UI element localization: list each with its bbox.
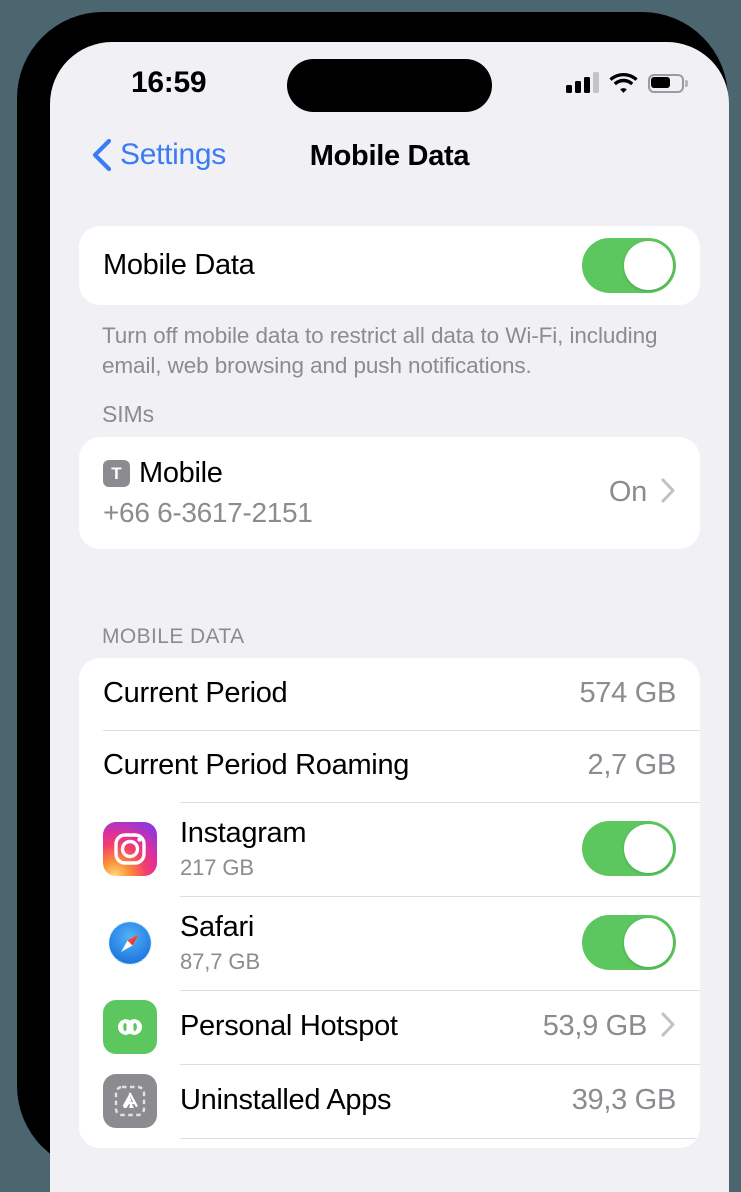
sim-name: Mobile	[139, 456, 223, 489]
app-row-uninstalled-apps[interactable]: Uninstalled Apps 39,3 GB	[79, 1063, 700, 1138]
status-bar-clock: 16:59	[131, 66, 207, 99]
sim-status-value: On	[608, 476, 647, 509]
app-row-instagram[interactable]: Instagram 217 GB	[79, 801, 700, 896]
safari-icon	[103, 915, 157, 970]
mobile-data-usage-card: Current Period 574 GB Current Period Roa…	[79, 657, 700, 1148]
sims-header: SIMs	[102, 400, 154, 427]
dynamic-island	[287, 59, 492, 112]
mobile-data-toggle[interactable]	[582, 238, 676, 293]
sim-phone-number: +66 6-3617-2151	[103, 496, 313, 528]
mobile-data-label: Mobile Data	[103, 249, 255, 281]
cellular-signal-icon	[566, 72, 599, 93]
device-frame: 16:59 Settings Mobile Data Mobile Data T…	[17, 12, 729, 1192]
settings-content: Mobile Data Turn off mobile data to rest…	[50, 226, 729, 1148]
navigation-bar: Settings Mobile Data	[50, 124, 729, 196]
sim-row-mobile[interactable]: T Mobile +66 6-3617-2151 On	[79, 437, 700, 549]
mobile-data-footer: Turn off mobile data to restrict all dat…	[102, 323, 658, 378]
wifi-icon	[609, 72, 638, 93]
app-store-icon	[103, 1073, 157, 1128]
table-row[interactable]: Current Period Roaming 2,7 GB	[79, 729, 700, 802]
sims-card: T Mobile +66 6-3617-2151 On	[79, 436, 700, 549]
mobile-data-row[interactable]: Mobile Data	[79, 226, 700, 305]
page-title: Mobile Data	[309, 140, 470, 172]
status-bar: 16:59	[50, 42, 729, 124]
app-texts: Instagram 217 GB	[180, 817, 582, 881]
mobile-data-card: Mobile Data	[79, 226, 700, 305]
chevron-right-icon	[661, 478, 676, 508]
row-label: Uninstalled Apps	[180, 1084, 392, 1117]
app-name: Safari	[180, 910, 254, 943]
battery-icon	[648, 74, 688, 93]
app-texts: Safari 87,7 GB	[180, 911, 582, 975]
safari-toggle[interactable]	[582, 915, 676, 971]
row-value: 2,7 GB	[587, 749, 677, 782]
table-row-partial	[79, 1137, 700, 1148]
personal-hotspot-icon	[103, 999, 157, 1054]
app-row-safari[interactable]: Safari 87,7 GB	[79, 895, 700, 990]
row-label: Personal Hotspot	[180, 1010, 398, 1043]
app-row-personal-hotspot[interactable]: Personal Hotspot 53,9 GB	[79, 989, 700, 1064]
app-usage: 217 GB	[180, 854, 255, 880]
row-value: 53,9 GB	[542, 1010, 648, 1043]
row-value: 39,3 GB	[571, 1084, 677, 1117]
row-label: Current Period Roaming	[103, 749, 410, 782]
chevron-right-icon	[661, 1012, 676, 1042]
app-usage: 87,7 GB	[180, 948, 261, 974]
row-value: 574 GB	[579, 677, 676, 710]
sim-name-line: T Mobile	[103, 457, 609, 490]
mobile-data-section-header: MOBILE DATA	[102, 624, 245, 648]
app-name: Instagram	[180, 816, 307, 849]
status-bar-indicators	[566, 67, 688, 93]
instagram-toggle[interactable]	[582, 821, 676, 877]
phone-screen: 16:59 Settings Mobile Data Mobile Data T…	[50, 42, 729, 1192]
instagram-icon	[103, 821, 157, 876]
table-row[interactable]: Current Period 574 GB	[79, 658, 700, 730]
sim-badge-icon: T	[103, 459, 130, 487]
row-label: Current Period	[103, 677, 288, 710]
sim-texts: T Mobile +66 6-3617-2151	[103, 457, 609, 529]
